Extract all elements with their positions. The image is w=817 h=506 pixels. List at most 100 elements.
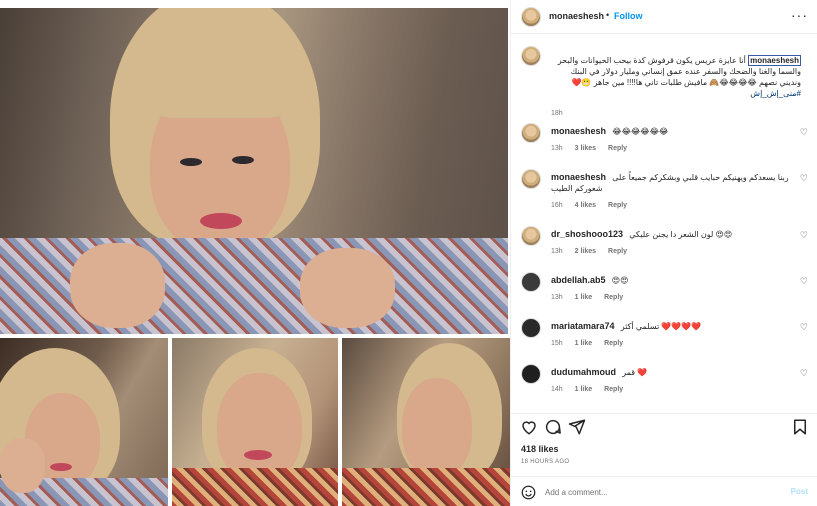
post-header: monaeshesh • Follow ··· [511,0,817,34]
comment-text: abdellah.ab5 😍😍 [551,275,791,286]
hand-right [300,248,395,328]
comment-likes[interactable]: 1 like [575,386,593,393]
comment-icon[interactable] [544,418,562,436]
comment-username[interactable]: abdellah.ab5 [551,275,606,285]
comment-username[interactable]: dudumahmoud [551,367,616,377]
hand [0,438,45,493]
heart-icon[interactable]: ♡ [800,127,808,138]
patterned-blouse [172,468,338,506]
reply-button[interactable]: Reply [604,386,623,393]
comment-body: قمر ❤️ [622,368,648,377]
comment-likes[interactable]: 1 like [575,294,593,301]
more-horizontal-icon[interactable]: ··· [791,8,808,22]
comment-username[interactable]: dr_shoshooo123 [551,229,623,239]
caption-item: monaeshesh أنا عايزة عريس يكون قرفوش كدة… [511,46,817,121]
emoji-icon[interactable] [521,485,536,500]
eye [232,156,254,164]
bookmark-icon[interactable] [791,418,809,436]
comment-meta: 15h 1 like Reply [551,340,633,347]
share-icon[interactable] [568,418,586,436]
avatar[interactable] [521,272,541,292]
avatar[interactable] [521,7,541,27]
face [217,373,302,483]
comment-item: mariatamara74 تسلمي أكثر ❤️❤️❤️❤️ 15h 1 … [511,318,817,354]
comment-meta: 14h 1 like Reply [551,386,633,393]
comment-time: 13h [551,294,563,301]
comment-input[interactable] [545,484,765,500]
face [402,378,472,478]
comment-item: monaeshesh 😂😂😂😂😂😂 13h 3 likes Reply ♡ [511,123,817,163]
avatar[interactable] [521,46,541,66]
reply-button[interactable]: Reply [608,145,627,152]
avatar[interactable] [521,318,541,338]
comment-likes[interactable]: 3 likes [575,145,596,152]
comment-username[interactable]: monaeshesh [551,172,606,182]
comment-meta: 13h 3 likes Reply [551,145,637,152]
comment-meta: 13h 1 like Reply [551,294,633,301]
comment-username[interactable]: mariatamara74 [551,321,615,331]
lips [200,213,242,229]
comment-body: تسلمي أكثر ❤️❤️❤️❤️ [620,322,702,331]
comment-likes[interactable]: 2 likes [575,248,596,255]
comment-meta: 13h 2 likes Reply [551,248,637,255]
avatar[interactable] [521,123,541,143]
media-grid [0,0,510,506]
thumbnail-photo-2[interactable] [172,338,338,506]
heart-icon[interactable]: ♡ [800,230,808,241]
comment-time: 13h [551,248,563,255]
eye [180,158,202,166]
lips [50,463,72,471]
comment-item: dr_shoshooo123 لون الشعر دا يجنن عليكي 😍… [511,226,817,262]
heart-icon[interactable]: ♡ [800,276,808,287]
main-photo[interactable] [0,8,508,334]
comment-likes[interactable]: 1 like [575,340,593,347]
comment-body: لون الشعر دا يجنن عليكي 😍😍 [629,230,733,239]
comments-list[interactable]: monaeshesh أنا عايزة عريس يكون قرفوش كدة… [511,35,817,405]
comment-text: mariatamara74 تسلمي أكثر ❤️❤️❤️❤️ [551,321,791,332]
thumbnail-photo-1[interactable] [0,338,168,506]
post-username[interactable]: monaeshesh [549,11,604,21]
add-comment-bar: Post [511,476,817,506]
heart-icon[interactable] [520,418,538,436]
hand-left [70,243,165,328]
comment-time: 13h [551,145,563,152]
comment-text: dudumahmoud قمر ❤️ [551,367,791,378]
heart-icon[interactable]: ♡ [800,322,808,333]
caption-text: monaeshesh أنا عايزة عريس يكون قرفوش كدة… [551,55,801,99]
reply-button[interactable]: Reply [608,248,627,255]
post-button[interactable]: Post [791,487,808,496]
comment-body: 😍😍 [611,276,629,285]
comment-item: dudumahmoud قمر ❤️ 14h 1 like Reply ♡ [511,364,817,400]
comment-text: dr_shoshooo123 لون الشعر دا يجنن عليكي 😍… [551,229,791,240]
comment-likes[interactable]: 4 likes [575,202,596,209]
comment-meta: 16h 4 likes Reply [551,202,637,209]
comment-username[interactable]: monaeshesh [551,126,606,136]
comment-item: monaeshesh ربنا يسعدكم ويهنيكم حبايب قلب… [511,169,817,213]
comment-text: monaeshesh ربنا يسعدكم ويهنيكم حبايب قلب… [551,172,791,194]
avatar[interactable] [521,226,541,246]
caption-meta: 18h [551,110,573,117]
heart-icon[interactable]: ♡ [800,368,808,379]
likes-count[interactable]: 418 likes [521,444,559,454]
bangs [145,48,295,118]
comment-text: monaeshesh 😂😂😂😂😂😂 [551,126,791,137]
follow-button[interactable]: Follow [614,11,643,21]
hashtag-link[interactable]: #منى_إش_إش [750,89,801,98]
reply-button[interactable]: Reply [604,294,623,301]
caption-username[interactable]: monaeshesh [748,55,801,66]
comment-time: 16h [551,202,563,209]
comment-body: 😂😂😂😂😂😂 [612,127,669,136]
thumbnail-photo-3[interactable] [342,338,510,506]
comment-item: abdellah.ab5 😍😍 13h 1 like Reply ♡ [511,272,817,308]
heart-icon[interactable]: ♡ [800,173,808,184]
comment-time: 15h [551,340,563,347]
avatar[interactable] [521,364,541,384]
caption-time: 18h [551,110,563,117]
reply-button[interactable]: Reply [608,202,627,209]
action-bar [511,413,817,437]
comment-time: 14h [551,386,563,393]
post-timestamp: 18 HOURS AGO [521,459,570,465]
reply-button[interactable]: Reply [604,340,623,347]
avatar[interactable] [521,169,541,189]
lips [244,450,272,460]
